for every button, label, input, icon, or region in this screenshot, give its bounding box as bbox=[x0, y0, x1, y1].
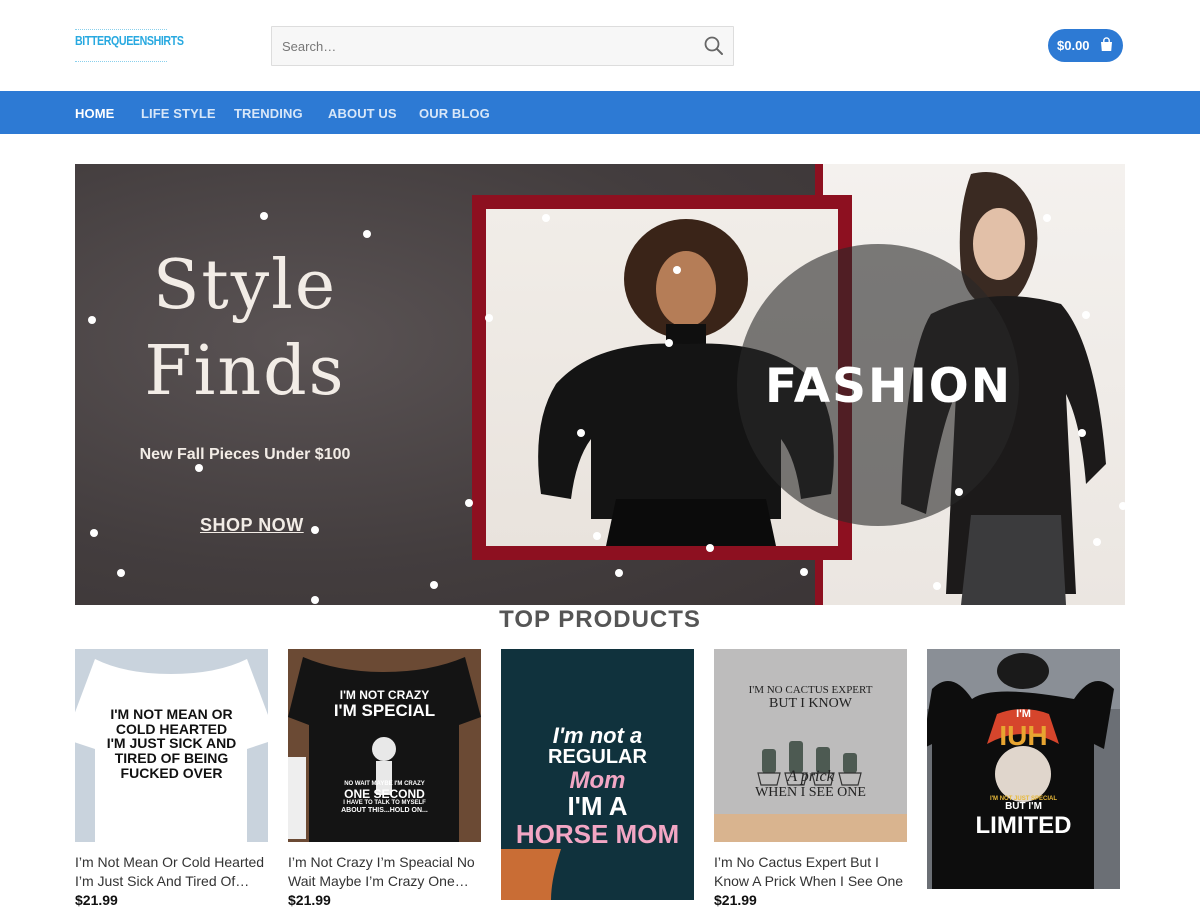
snow-dot bbox=[1093, 538, 1101, 546]
snow-dot bbox=[577, 429, 585, 437]
snow-dot bbox=[800, 568, 808, 576]
product-card[interactable]: I'M NOT CRAZY I'M SPECIAL NO WAIT MAYBE … bbox=[288, 649, 481, 908]
snow-dot bbox=[1078, 429, 1086, 437]
snow-dot bbox=[195, 464, 203, 472]
product-card[interactable]: I'M NOT MEAN OR COLD HEARTED I'M JUST SI… bbox=[75, 649, 268, 908]
product-card[interactable]: I'M NO CACTUS EXPERT BUT I KNOW A prick … bbox=[714, 649, 907, 908]
cart-total: $0.00 bbox=[1057, 38, 1090, 53]
section-title-top-products: TOP PRODUCTS bbox=[499, 606, 701, 633]
search-input[interactable] bbox=[272, 27, 692, 65]
search-box bbox=[271, 26, 734, 66]
search-icon bbox=[704, 36, 723, 55]
snow-dot bbox=[117, 569, 125, 577]
snow-dot bbox=[615, 569, 623, 577]
product-image[interactable]: I'M NOT CRAZY I'M SPECIAL NO WAIT MAYBE … bbox=[288, 649, 481, 842]
site-logo[interactable]: BITTERQUEENSHIRTS bbox=[75, 25, 184, 67]
banner-headline-line2: Finds bbox=[144, 332, 346, 411]
shop-now-link[interactable]: SHOP NOW bbox=[200, 515, 304, 536]
snow-dot bbox=[933, 582, 941, 590]
snow-dot bbox=[311, 596, 319, 604]
product-image[interactable]: I'M NO CACTUS EXPERT BUT I KNOW A prick … bbox=[714, 649, 907, 842]
snow-dot bbox=[311, 526, 319, 534]
snow-dot bbox=[88, 316, 96, 324]
snow-dot bbox=[1082, 311, 1090, 319]
site-header: BITTERQUEENSHIRTS $0.00 bbox=[0, 0, 1200, 91]
product-print: I'm not a REGULAR Mom I'M A HORSE MOM bbox=[515, 723, 680, 849]
snow-dot bbox=[363, 230, 371, 238]
snow-dot bbox=[465, 499, 473, 507]
snow-dot bbox=[1043, 214, 1051, 222]
shopping-bag-icon bbox=[1101, 37, 1112, 51]
snow-dot bbox=[90, 529, 98, 537]
hero-banner[interactable]: Style Finds New Fall Pieces Under $100 S… bbox=[75, 164, 1125, 605]
product-price: $21.99 bbox=[288, 892, 331, 908]
snow-dot bbox=[706, 544, 714, 552]
nav-item-home[interactable]: HOME bbox=[75, 106, 114, 121]
snow-dot bbox=[1119, 502, 1125, 510]
snow-dot bbox=[665, 339, 673, 347]
product-print: I'M NOT MEAN OR COLD HEARTED I'M JUST SI… bbox=[106, 706, 237, 781]
nav-item-about-us[interactable]: ABOUT US bbox=[328, 106, 397, 121]
banner-headline-line1: Style bbox=[152, 246, 338, 325]
product-title[interactable]: I’m Not Mean Or Cold Hearted I’m Just Si… bbox=[75, 853, 268, 891]
banner-subline: New Fall Pieces Under $100 bbox=[139, 446, 351, 463]
snow-dot bbox=[673, 266, 681, 274]
product-price: $21.99 bbox=[75, 892, 118, 908]
product-title[interactable]: I’m No Cactus Expert But I Know A Prick … bbox=[714, 853, 907, 891]
logo-text: BITTERQUEENSHIRTS bbox=[75, 33, 184, 48]
snow-dot bbox=[955, 488, 963, 496]
product-image[interactable]: I'M IUH I'M NOT JUST SPECIAL BUT I'M LIM… bbox=[927, 649, 1120, 889]
logo-rule-top bbox=[75, 29, 167, 30]
search-button[interactable] bbox=[703, 35, 725, 57]
snow-dot bbox=[485, 314, 493, 322]
snow-dot bbox=[542, 214, 550, 222]
banner-overlay-text: FASHION bbox=[765, 359, 1013, 414]
product-print: I'M IUH I'M NOT JUST SPECIAL BUT I'M LIM… bbox=[975, 708, 1072, 839]
nav-item-life-style[interactable]: LIFE STYLE bbox=[141, 106, 216, 121]
cart-button[interactable]: $0.00 bbox=[1048, 29, 1123, 62]
product-image[interactable]: I'M NOT MEAN OR COLD HEARTED I'M JUST SI… bbox=[75, 649, 268, 842]
nav-item-our-blog[interactable]: OUR BLOG bbox=[419, 106, 490, 121]
product-card[interactable]: I'm not a REGULAR Mom I'M A HORSE MOM bbox=[501, 649, 694, 900]
snow-dot bbox=[593, 532, 601, 540]
product-image[interactable]: I'm not a REGULAR Mom I'M A HORSE MOM bbox=[501, 649, 694, 900]
product-title[interactable]: I’m Not Crazy I’m Speacial No Wait Maybe… bbox=[288, 853, 481, 891]
snow-dot bbox=[430, 581, 438, 589]
snow-dot bbox=[260, 212, 268, 220]
nav-item-trending[interactable]: TRENDING bbox=[234, 106, 303, 121]
product-print: I'M NOT CRAZY I'M SPECIAL NO WAIT MAYBE … bbox=[333, 688, 436, 814]
product-price: $21.99 bbox=[714, 892, 757, 908]
main-nav: HOME LIFE STYLE TRENDING ABOUT US OUR BL… bbox=[0, 91, 1200, 134]
product-print: I'M NO CACTUS EXPERT BUT I KNOW A prick … bbox=[748, 684, 873, 801]
logo-rule-bottom bbox=[75, 61, 167, 62]
product-card[interactable]: I'M IUH I'M NOT JUST SPECIAL BUT I'M LIM… bbox=[927, 649, 1120, 889]
